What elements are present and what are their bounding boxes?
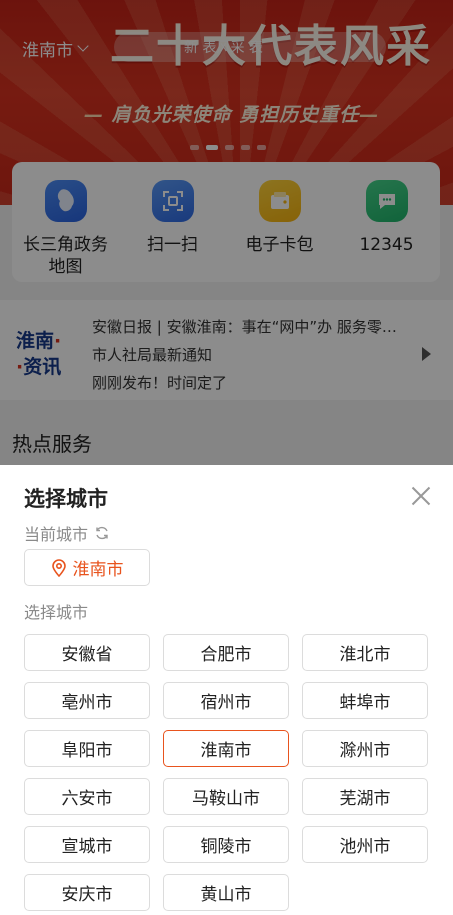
city-option[interactable]: 淮北市 (302, 634, 428, 671)
city-option[interactable]: 宿州市 (163, 682, 289, 719)
city-option[interactable]: 宣城市 (24, 826, 150, 863)
city-option[interactable]: 蚌埠市 (302, 682, 428, 719)
city-picker-sheet: 选择城市 当前城市 淮南市 选择城市 安徽省 合肥市 淮北市 亳州市 宿州市 蚌… (0, 465, 453, 915)
sheet-title: 选择城市 (24, 487, 108, 511)
city-option[interactable]: 安徽省 (24, 634, 150, 671)
current-city-label: 当前城市 (24, 525, 89, 544)
city-option[interactable]: 淮南市 (163, 730, 289, 767)
close-icon[interactable] (408, 483, 434, 509)
select-city-label: 选择城市 (24, 599, 88, 623)
city-option[interactable]: 芜湖市 (302, 778, 428, 815)
city-grid: 安徽省 合肥市 淮北市 亳州市 宿州市 蚌埠市 阜阳市 淮南市 滁州市 六安市 … (24, 634, 428, 911)
city-option[interactable]: 安庆市 (24, 874, 150, 911)
city-option[interactable]: 滁州市 (302, 730, 428, 767)
city-option[interactable]: 马鞍山市 (163, 778, 289, 815)
city-option[interactable]: 阜阳市 (24, 730, 150, 767)
refresh-icon[interactable] (94, 525, 110, 541)
current-city-button[interactable]: 淮南市 (24, 549, 150, 586)
city-option[interactable]: 池州市 (302, 826, 428, 863)
location-pin-icon (51, 558, 66, 577)
city-option[interactable]: 黄山市 (163, 874, 289, 911)
select-city-label-text: 选择城市 (24, 603, 89, 622)
current-city-name: 淮南市 (72, 560, 124, 580)
city-option[interactable]: 亳州市 (24, 682, 150, 719)
city-option[interactable]: 六安市 (24, 778, 150, 815)
city-option[interactable]: 铜陵市 (163, 826, 289, 863)
city-option[interactable]: 合肥市 (163, 634, 289, 671)
current-city-label-row: 当前城市 (24, 521, 110, 545)
